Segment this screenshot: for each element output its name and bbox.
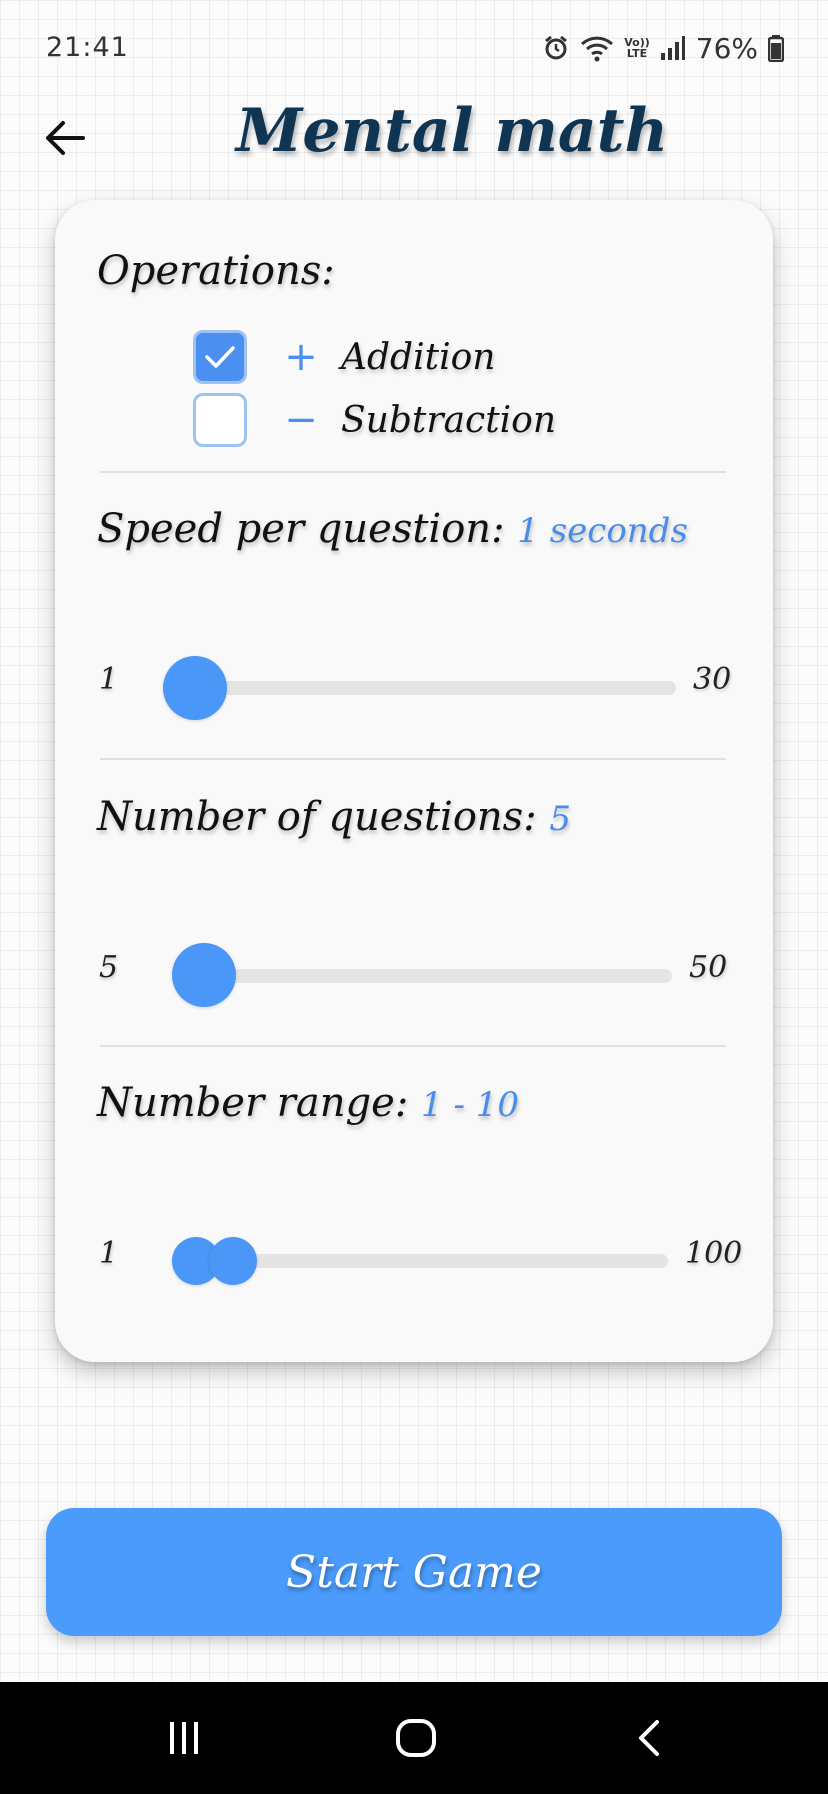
volte-indicator: Vo)) LTE xyxy=(624,36,650,60)
minus-icon: − xyxy=(284,397,318,443)
back-icon xyxy=(639,1720,659,1756)
range-min-label: 1 xyxy=(99,1236,119,1271)
speed-title: Speed per question: 1 seconds xyxy=(97,506,688,552)
recent-apps-button[interactable] xyxy=(154,1710,214,1766)
subtraction-label: Subtraction xyxy=(341,399,557,441)
operation-addition[interactable]: + Addition xyxy=(193,330,495,384)
questions-max-label: 50 xyxy=(689,950,728,985)
speed-slider-track[interactable] xyxy=(190,681,676,695)
start-game-button[interactable]: Start Game xyxy=(46,1508,782,1636)
divider xyxy=(100,471,726,473)
status-time: 21:41 xyxy=(46,32,129,63)
addition-checkbox[interactable] xyxy=(193,330,247,384)
divider xyxy=(100,758,726,760)
home-icon xyxy=(396,1719,436,1757)
page-title: Mental math xyxy=(235,96,669,166)
status-bar: 21:41 Vo)) LTE 76% xyxy=(0,0,828,96)
speed-slider-thumb[interactable] xyxy=(163,656,227,720)
range-value: 1 - 10 xyxy=(421,1085,520,1125)
range-title: Number range: 1 - 10 xyxy=(97,1080,520,1126)
settings-card: Operations: + Addition − Subtraction Spe… xyxy=(55,200,773,1362)
questions-slider-track[interactable] xyxy=(200,969,672,983)
recent-apps-icon xyxy=(170,1722,198,1754)
battery-icon xyxy=(768,34,784,62)
home-button[interactable] xyxy=(386,1710,446,1766)
alarm-icon xyxy=(542,34,570,62)
wifi-icon xyxy=(580,34,614,62)
operation-subtraction[interactable]: − Subtraction xyxy=(193,393,556,447)
questions-title: Number of questions: 5 xyxy=(97,794,572,840)
signal-icon xyxy=(660,35,686,61)
questions-min-label: 5 xyxy=(99,950,119,985)
addition-label: Addition xyxy=(341,336,496,378)
range-max-label: 100 xyxy=(685,1236,743,1271)
questions-value: 5 xyxy=(549,799,572,839)
app-bar: Mental math xyxy=(0,96,828,200)
range-slider-track[interactable] xyxy=(200,1254,668,1268)
status-icons: Vo)) LTE 76% xyxy=(542,30,784,66)
speed-min-label: 1 xyxy=(99,662,119,697)
range-high-thumb[interactable] xyxy=(209,1237,257,1285)
operations-title: Operations: xyxy=(97,248,335,294)
questions-slider-thumb[interactable] xyxy=(172,943,236,1007)
system-nav-bar xyxy=(0,1682,828,1794)
speed-max-label: 30 xyxy=(693,662,732,697)
start-game-label: Start Game xyxy=(286,1546,542,1598)
speed-value: 1 seconds xyxy=(517,511,688,551)
plus-icon: + xyxy=(284,334,318,380)
battery-percent: 76% xyxy=(695,31,758,65)
subtraction-checkbox[interactable] xyxy=(193,393,247,447)
divider xyxy=(100,1045,726,1047)
check-icon xyxy=(205,346,235,368)
nav-back-button[interactable] xyxy=(618,1710,678,1766)
